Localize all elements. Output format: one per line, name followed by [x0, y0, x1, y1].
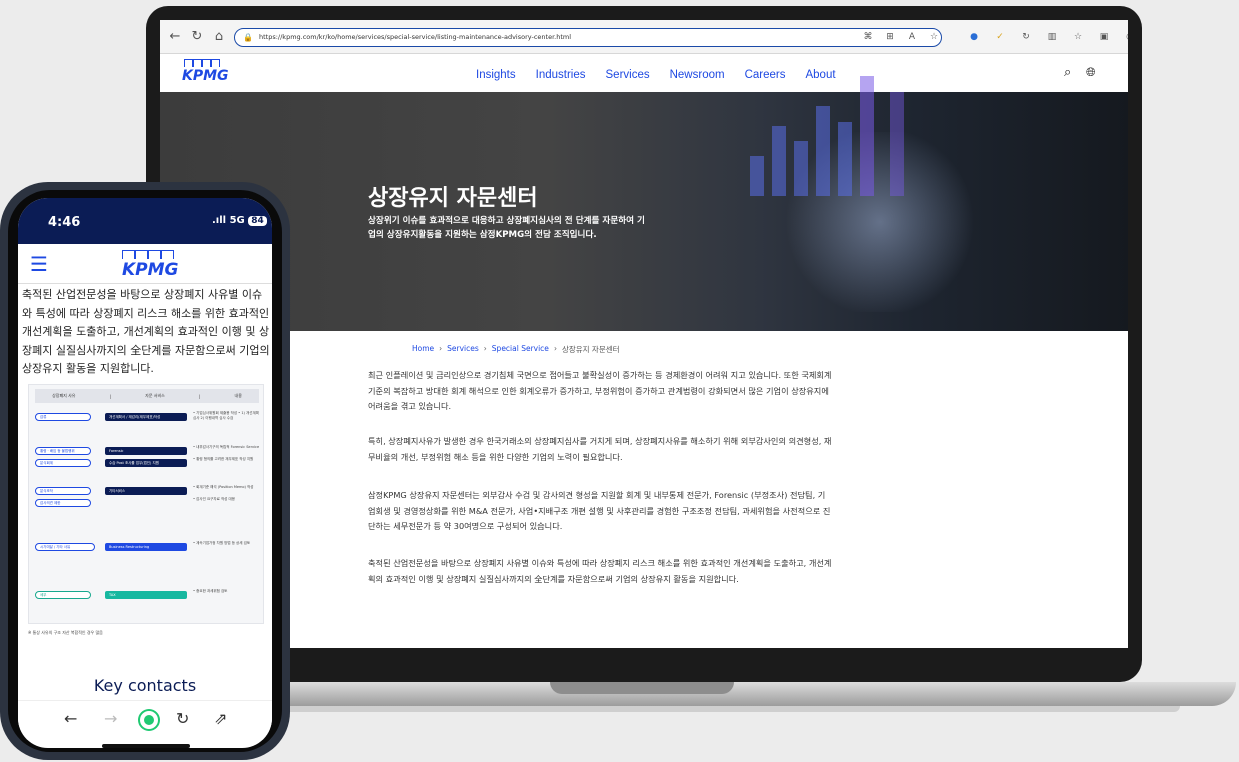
- home-indicator: [102, 744, 190, 748]
- nav-about[interactable]: About: [805, 69, 835, 81]
- phone-screen: 4:46 .ıll 5G 84 ☰ KPMG 축적된 산업전문성을 바탕으로 상…: [18, 198, 272, 748]
- phone-status-bar: 4:46 .ıll 5G 84: [18, 198, 272, 244]
- diagram-reason: 감류: [35, 413, 91, 421]
- breadcrumb-separator: ›: [439, 344, 443, 353]
- read-aloud-icon[interactable]: A: [904, 28, 920, 46]
- laptop-screen: ← ↻ ⌂ 🔒 https://kpmg.com/kr/ko/home/serv…: [160, 20, 1128, 668]
- phone-browser-toolbar: ← → ↻ ⇗: [18, 700, 272, 740]
- summary-paragraph: 축적된 산업전문성을 바탕으로 상장폐지 사유별 이슈와 특성에 따라 상장폐지…: [368, 558, 832, 584]
- diagram-service: 개선계획서 / 재감리(재무제표)작성: [105, 413, 187, 421]
- share-icon[interactable]: ⇗: [214, 709, 227, 728]
- diagram-note: • 기업심사위원회 제출용 작성 • 1) 개선계획 심사 2) 이행내역 심사…: [193, 411, 259, 420]
- diagram-note: • 감사인 요구자료 작성 대응: [193, 497, 235, 501]
- diagram-service: Forensic: [105, 447, 187, 455]
- breadcrumb-current: 상장유지 자문센터: [561, 345, 620, 354]
- breadcrumb-separator: ›: [553, 344, 557, 353]
- grid-icon[interactable]: ⊞: [882, 28, 898, 46]
- diagram-service: 수습 Post 조사를 업무(법인) 지원: [105, 459, 187, 467]
- diagram-service: TAX: [105, 591, 187, 599]
- diagram-note: • 중요한 과세위험 검토: [193, 589, 228, 593]
- nav-services[interactable]: Services: [606, 69, 650, 81]
- kpmg-logo[interactable]: KPMG: [182, 68, 229, 84]
- hero-glow: [780, 132, 980, 312]
- status-signal: .ıll 5G 84: [212, 215, 267, 226]
- site-header: KPMG Insights Industries Services Newsro…: [160, 54, 1128, 92]
- back-icon[interactable]: ←: [64, 709, 77, 728]
- search-icon[interactable]: ⌕: [1064, 65, 1071, 80]
- diagram-note: • 회계기준 해석 (Position Memo) 작성: [193, 485, 254, 489]
- diagram-header-reason: 상장폐지 사유: [52, 393, 76, 398]
- page-subtitle: 상장위기 이슈를 효과적으로 대응하고 상장폐지심사의 전 단계를 자문하여 기…: [368, 216, 645, 240]
- favorite-icon[interactable]: ☆: [926, 28, 942, 46]
- status-time: 4:46: [48, 215, 81, 230]
- diagram-header: 상장폐지 사유 | 자문 서비스 | 내용: [35, 389, 259, 403]
- favorites-icon[interactable]: ☆: [1070, 28, 1086, 46]
- service-diagram: 상장폐지 사유 | 자문 서비스 | 내용 감류 개선계획서 / 재감리(재무제…: [28, 384, 264, 624]
- apps-icon[interactable]: ⌘: [860, 28, 876, 46]
- home-icon[interactable]: ⌂: [208, 26, 230, 48]
- phone-site-header: ☰ KPMG: [18, 244, 272, 284]
- breadcrumb-special[interactable]: Special Service: [492, 344, 549, 355]
- diagram-reason: 횡령 · 배임 등 불법행위: [35, 447, 91, 455]
- globe-icon[interactable]: 🌐︎: [1086, 65, 1096, 80]
- hamburger-icon[interactable]: ☰: [30, 254, 48, 274]
- diagram-reason: 세무: [35, 591, 91, 599]
- breadcrumb-home[interactable]: Home: [412, 344, 434, 355]
- breadcrumb-separator: ›: [483, 344, 487, 353]
- laptop-shadow: [150, 706, 1180, 712]
- diagram-note: • 내부감사기구의 독립적 Forensic Service: [193, 445, 260, 449]
- collections-icon[interactable]: ▣: [1096, 28, 1112, 46]
- diagram-service: Business Restructuring: [105, 543, 187, 551]
- key-contacts-heading: Key contacts: [93, 676, 197, 695]
- extension-icon[interactable]: ●: [966, 28, 982, 46]
- diagram-note: • 계속기업가정 차원 방법 등 상세 검토: [193, 541, 251, 545]
- diagram-service: 기타서비스: [105, 487, 187, 495]
- diagram-header-divider: |: [198, 393, 201, 399]
- refresh-icon[interactable]: ↻: [176, 709, 189, 728]
- nav-newsroom[interactable]: Newsroom: [670, 69, 725, 81]
- split-screen-icon[interactable]: ▥: [1044, 28, 1060, 46]
- extension2-icon[interactable]: ✓: [992, 28, 1008, 46]
- diagram-reason: 분식조작: [35, 487, 91, 495]
- url-text: https://kpmg.com/kr/ko/home/services/spe…: [259, 33, 572, 41]
- refresh-extension-icon[interactable]: ↻: [1018, 28, 1034, 46]
- diagram-reason: 감사의견 제한: [35, 499, 91, 507]
- diagram-note: • 횡령 혐의를 고려한 재무제표 작성 지원: [193, 457, 254, 461]
- nav-careers[interactable]: Careers: [745, 69, 786, 81]
- breadcrumb-services[interactable]: Services: [447, 344, 479, 355]
- forward-icon[interactable]: →: [104, 709, 117, 728]
- phone-kpmg-logo[interactable]: KPMG: [122, 260, 179, 280]
- copilot-icon[interactable]: ◎: [1122, 28, 1128, 46]
- refresh-icon[interactable]: ↻: [186, 26, 208, 48]
- intro-paragraph: 최근 인플레이션 및 금리인상으로 경기침체 국면으로 접어들고 불확실성이 증…: [368, 370, 832, 412]
- nav-insights[interactable]: Insights: [476, 69, 516, 81]
- team-paragraph: 삼정KPMG 상장유지 자문센터는 외부감사 수검 및 감사의견 형성을 지원할…: [368, 490, 831, 532]
- back-icon[interactable]: ←: [164, 26, 186, 48]
- logo-mark: [184, 59, 220, 67]
- nav-industries[interactable]: Industries: [536, 69, 586, 81]
- hero-banner: [160, 76, 1128, 331]
- main-nav: Insights Industries Services Newsroom Ca…: [476, 69, 836, 81]
- screen-bottom-band: [160, 648, 1128, 668]
- signal-text: .ıll 5G: [212, 215, 245, 226]
- breadcrumb: Home › Services › Special Service › 상장유지…: [412, 344, 620, 355]
- detail-paragraph: 특히, 상장폐지사유가 발생한 경우 한국거래소의 상장폐지심사를 거치게 되며…: [368, 436, 832, 462]
- phone-intro-text: 축적된 산업전문성을 바탕으로 상장폐지 사유별 이슈와 특성에 따라 상장폐지…: [22, 288, 270, 375]
- battery-icon: 84: [248, 216, 267, 226]
- diagram-reason: 시가미달 / 기타 사유: [35, 543, 95, 551]
- diagram-footnote: ※ 통상 사유의 구조 자산 복합적인 경우 많음: [28, 630, 103, 635]
- diagram-reason: 분식회계: [35, 459, 91, 467]
- lock-icon: 🔒: [243, 33, 253, 42]
- address-bar[interactable]: 🔒 https://kpmg.com/kr/ko/home/services/s…: [234, 28, 942, 47]
- phone-logo-mark: [122, 250, 174, 259]
- page-title: 상장유지 자문센터: [368, 186, 538, 211]
- diagram-header-service: 자문 서비스: [145, 393, 165, 398]
- diagram-header-content: 내용: [234, 393, 242, 398]
- home-icon[interactable]: [140, 711, 158, 729]
- diagram-header-divider: |: [109, 393, 111, 399]
- laptop-notch: [550, 682, 734, 694]
